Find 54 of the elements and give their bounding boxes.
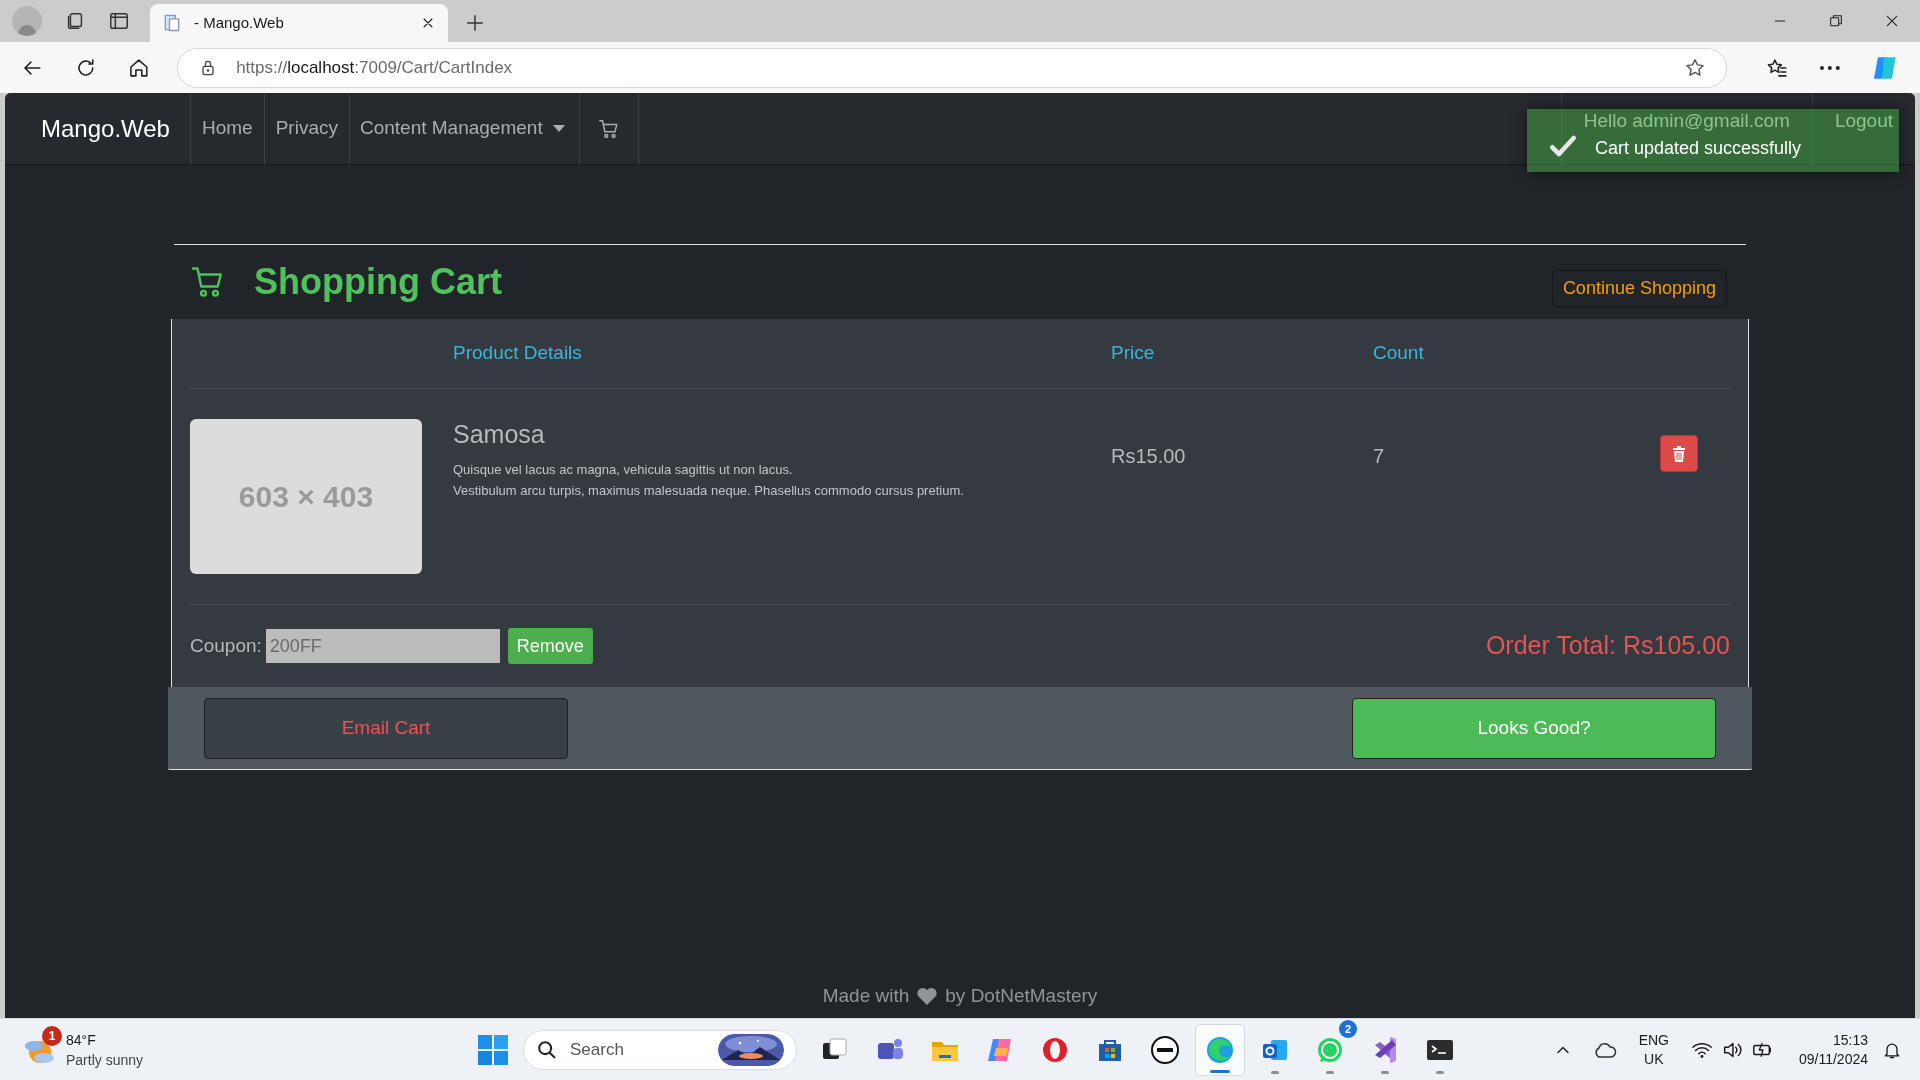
- tab-panel-icon[interactable]: [108, 10, 130, 32]
- round-badge-app-icon: [1149, 1034, 1181, 1066]
- search-icon: [536, 1039, 558, 1061]
- search-placeholder: Search: [570, 1039, 625, 1062]
- order-total: Order Total: Rs105.00: [1485, 630, 1730, 662]
- column-header: Price: [1111, 341, 1156, 366]
- notification-badge: 1: [42, 1025, 62, 1046]
- running-indicator: [1381, 1071, 1389, 1074]
- tab-title: - Mango.Web: [194, 12, 285, 33]
- cart-title: Shopping Cart: [254, 260, 502, 304]
- cart-link[interactable]: [578, 93, 639, 165]
- nav-dropdown[interactable]: Content Management: [348, 93, 579, 165]
- cloud-icon[interactable]: [1592, 1041, 1617, 1058]
- cart-icon: [597, 117, 620, 140]
- product-price: Rs15.00: [1111, 444, 1187, 469]
- delete-button[interactable]: [1660, 435, 1698, 472]
- weather-condition: Partly sunny: [66, 1050, 144, 1070]
- taskbar-search-field[interactable]: Search: [523, 1030, 797, 1070]
- wave-browser-icon: [1204, 1034, 1236, 1066]
- continue-shopping-button[interactable]: Continue Shopping: [1551, 269, 1727, 307]
- column-header: Product Details: [453, 341, 583, 366]
- language-indicator[interactable]: ENG UK: [1638, 1030, 1669, 1069]
- clock[interactable]: 15:13 09/11/2024: [1798, 1030, 1868, 1069]
- close-icon[interactable]: [1884, 13, 1900, 29]
- new-tab-icon[interactable]: [464, 12, 486, 34]
- toast-message: Cart updated successfully: [1595, 137, 1802, 160]
- brand-link[interactable]: Mango.Web: [41, 110, 170, 147]
- star-icon[interactable]: [1683, 56, 1706, 79]
- more-icon[interactable]: [1818, 64, 1841, 71]
- product-description: Quisque vel lacus ac magna, vehicula sagittis ut non lacus.: [453, 461, 794, 479]
- running-indicator: [1436, 1071, 1444, 1074]
- footer-text: by DotNetMastery: [945, 983, 1098, 1008]
- heart-icon: [917, 986, 938, 1005]
- page-icon: [162, 13, 182, 33]
- running-indicator: [1326, 1071, 1334, 1074]
- footer-text: Made with: [822, 983, 910, 1008]
- weather-temperature: 84°F: [66, 1030, 97, 1050]
- browser-tab[interactable]: - Mango.Web: [150, 4, 448, 42]
- running-indicator: [1271, 1071, 1279, 1074]
- product-description: Vestibulum arcu turpis, maximus malesuada neque. Phasellus commodo cursus pretium.: [453, 482, 965, 500]
- image-size-label: 603 × 403: [238, 479, 374, 515]
- notification-badge: 2: [1339, 1020, 1357, 1038]
- url-text: https://localhost:7009/Cart/CartIndex: [236, 56, 514, 79]
- nav-link[interactable]: Home: [189, 93, 264, 165]
- caret-icon: [552, 125, 565, 132]
- running-indicator: [1210, 1070, 1230, 1073]
- address-bar[interactable]: https://localhost:7009/Cart/CartIndex: [177, 47, 1727, 88]
- restore-icon[interactable]: [1828, 13, 1844, 29]
- product-count: 7: [1373, 444, 1385, 469]
- nav-link[interactable]: Privacy: [263, 93, 349, 165]
- column-header: Count: [1373, 341, 1425, 366]
- product-name: Samosa: [453, 419, 546, 449]
- trash-icon: [1672, 445, 1686, 462]
- coupon-label: Coupon:: [190, 633, 262, 658]
